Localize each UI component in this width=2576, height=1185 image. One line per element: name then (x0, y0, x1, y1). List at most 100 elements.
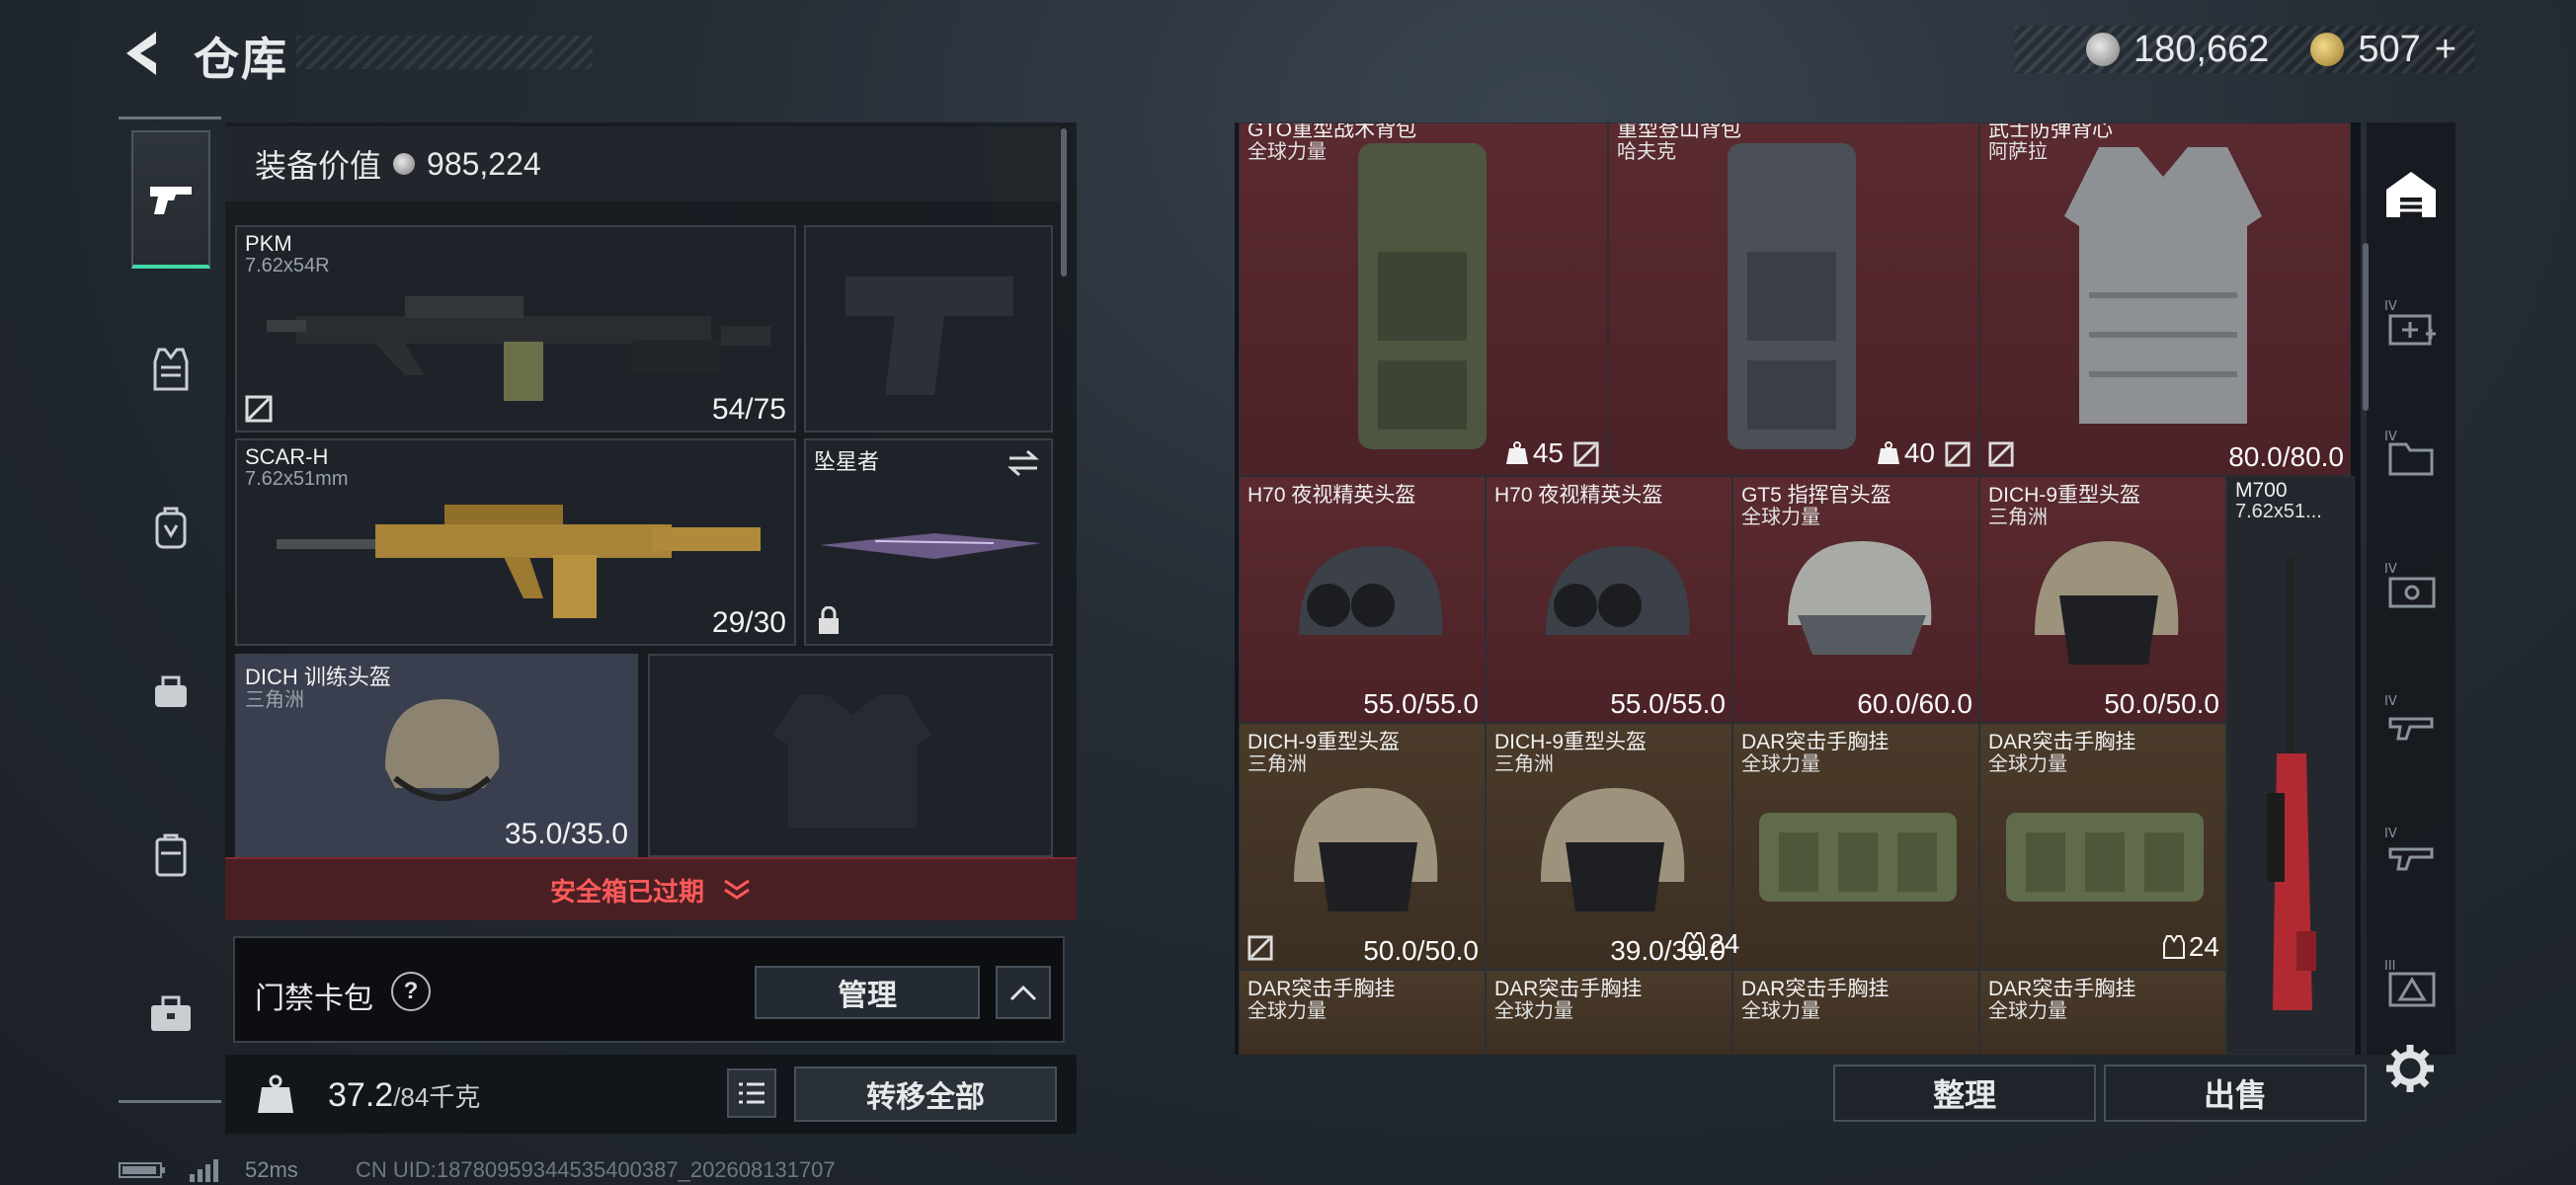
stash-item[interactable]: DAR突击手胸挂 全球力量 (1979, 970, 2226, 1055)
transfer-all-button[interactable]: 转移全部 (794, 1066, 1057, 1122)
stash-grid: GTO重型战术背包 全球力量 45 重型登山背包 哈夫克 40 武士防弹背心 阿… (1235, 122, 2361, 1055)
list-view-button[interactable] (727, 1068, 776, 1118)
add-currency-button[interactable]: + (2435, 29, 2456, 71)
gold-amount: 507 (2358, 28, 2421, 70)
capacity-badge: 45 (1505, 437, 1564, 469)
rail-item-bag[interactable] (131, 622, 210, 760)
slot-armor[interactable] (648, 654, 1053, 857)
back-button[interactable] (117, 26, 168, 81)
item-faction: 全球力量 (1494, 1000, 1573, 1022)
slot-helmet[interactable]: DICH 训练头盔 三角洲 35.0/35.0 (235, 654, 638, 857)
sell-button[interactable]: 出售 (2104, 1065, 2367, 1122)
backpack-icon (1728, 143, 1856, 449)
tier-label: IV (2384, 299, 2397, 314)
list-icon (739, 1082, 765, 1104)
helmet-icon (385, 699, 500, 801)
back-arrow-icon (126, 32, 156, 75)
unbound-icon (1945, 441, 1971, 467)
weight-small-icon (1505, 441, 1528, 464)
scar-rifle-icon (277, 505, 761, 618)
stash-item[interactable]: DAR突击手胸挂 全球力量 (1732, 723, 1979, 970)
triangle-tab-icon: III (2384, 959, 2436, 1007)
ammo-count: 29/30 (711, 606, 786, 639)
stash-tab-3[interactable]: IV (2378, 553, 2444, 618)
case-icon (155, 833, 187, 877)
durability-value: 55.0/55.0 (1610, 688, 1726, 719)
item-faction: 阿萨拉 (1988, 141, 2048, 163)
help-icon[interactable]: ? (391, 972, 431, 1011)
manage-button[interactable]: 管理 (755, 966, 980, 1019)
stash-scrollbar[interactable] (2363, 243, 2369, 411)
knife-icon (820, 533, 1041, 559)
rail-item-backpack[interactable] (131, 458, 210, 596)
rail-item-weapons[interactable] (131, 130, 210, 269)
kettlebell-icon (258, 1074, 293, 1113)
stash-tab-4[interactable]: IV (2378, 685, 2444, 750)
durability-value: 50.0/50.0 (1363, 935, 1479, 966)
settings-button[interactable] (2382, 1041, 2438, 1096)
stash-item[interactable]: DAR突击手胸挂 全球力量 (1239, 970, 1486, 1055)
stash-item[interactable]: M700 7.62x51... (2226, 476, 2355, 1055)
item-faction: 全球力量 (1988, 753, 2067, 775)
rail-item-toolbox[interactable] (131, 944, 210, 1082)
lock-icon (819, 606, 839, 634)
stash-item[interactable]: DICH-9重型头盔 三角洲 50.0/50.0 (1239, 723, 1486, 970)
chest-rig-icon (2006, 813, 2204, 902)
capacity-value: 24 (2188, 931, 2219, 962)
durability-value: 50.0/50.0 (2104, 688, 2219, 719)
rail-item-armor[interactable] (131, 300, 210, 438)
durability-value: 80.0/80.0 (2228, 441, 2344, 472)
capacity-badge: 24 (1683, 928, 1739, 960)
stash-tab-all[interactable] (2378, 162, 2444, 227)
stash-tab-5[interactable]: IV (2378, 818, 2444, 883)
currency-display: 180,662 507 + (2015, 26, 2474, 73)
chevron-up-icon (1009, 985, 1037, 1001)
capacity-value: 40 (1903, 437, 1935, 468)
stash-item[interactable]: H70 夜视精英头盔 55.0/55.0 (1486, 476, 1732, 723)
slot-pistol[interactable] (804, 225, 1053, 433)
stash-item[interactable]: GTO重型战术背包 全球力量 45 (1239, 122, 1608, 476)
pistol-icon (150, 187, 192, 214)
helmet-icon (1294, 788, 1438, 911)
collapse-button[interactable] (996, 966, 1051, 1019)
chest-rig-icon (1759, 813, 1957, 902)
stash-item[interactable]: 武士防弹背心 阿萨拉 80.0/80.0 (1979, 122, 2351, 476)
safe-box-expired-bar[interactable]: 安全箱已过期 (225, 857, 1077, 920)
weight-small-icon (1877, 441, 1899, 464)
equipment-scrollbar[interactable] (1061, 128, 1067, 276)
page-title: 仓库 (194, 34, 288, 85)
stash-item[interactable]: GT5 指挥官头盔 全球力量 60.0/60.0 (1732, 476, 1979, 723)
stash-item[interactable]: H70 夜视精英头盔 55.0/55.0 (1239, 476, 1486, 723)
capacity-badge: 40 (1877, 437, 1935, 469)
keycard-bag: 门禁卡包 ? 管理 (233, 936, 1065, 1043)
slot-secondary-weapon[interactable]: SCAR-H 7.62x51mm 29/30 (235, 438, 796, 646)
body-armor-icon (2064, 147, 2262, 424)
pkm-rifle-icon (267, 296, 770, 401)
stash-tab-1[interactable]: IV (2378, 290, 2444, 356)
rail-item-case[interactable] (131, 786, 210, 924)
stash-item[interactable]: DICH-9重型头盔 三角洲 50.0/50.0 (1979, 476, 2226, 723)
item-faction: 全球力量 (1741, 753, 1820, 775)
weight-icon (247, 1066, 304, 1124)
stash-item[interactable]: DAR突击手胸挂 全球力量 24 (1979, 723, 2226, 970)
slot-melee[interactable]: 坠星者 (804, 438, 1053, 646)
stash-tab-6[interactable]: III (2378, 950, 2444, 1015)
tier-label: IV (2384, 694, 2397, 709)
tier-label: III (2384, 959, 2396, 974)
slot-primary-weapon[interactable]: PKM 7.62x54R 54/75 (235, 225, 796, 433)
weapon-tab-icon: IV (2384, 694, 2434, 741)
rail-divider-top (119, 117, 221, 119)
durability-value: 60.0/60.0 (1857, 688, 1972, 719)
warehouse-icon (2386, 172, 2436, 217)
vest-icon (153, 348, 189, 391)
capacity-value: 45 (1532, 437, 1564, 468)
stash-tab-2[interactable]: IV (2378, 421, 2444, 486)
stash-item[interactable]: DAR突击手胸挂 全球力量 (1486, 970, 1732, 1055)
melee-name: 坠星者 (814, 449, 880, 474)
swap-icon[interactable] (1006, 448, 1041, 478)
organize-button[interactable]: 整理 (1833, 1065, 2096, 1122)
stash-item[interactable]: DAR突击手胸挂 全球力量 (1732, 970, 1979, 1055)
title-decoration (296, 36, 593, 69)
item-faction: 全球力量 (1248, 1000, 1327, 1022)
stash-item[interactable]: 重型登山背包 哈夫克 40 (1608, 122, 1979, 476)
